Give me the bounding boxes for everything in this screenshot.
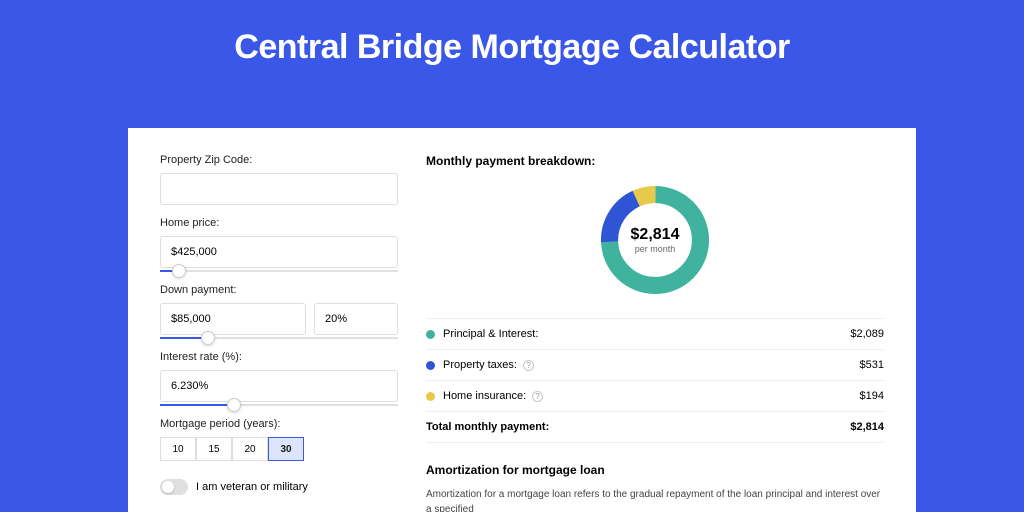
legend-dot-icon: [426, 392, 435, 401]
help-icon[interactable]: ?: [532, 391, 543, 402]
breakdown-item: Principal & Interest:$2,089: [426, 319, 884, 350]
mortgage-period-segmented: 10152030: [160, 437, 398, 461]
legend-dot-icon: [426, 361, 435, 370]
help-icon[interactable]: ?: [523, 360, 534, 371]
breakdown-total-label: Total monthly payment:: [426, 421, 850, 433]
veteran-toggle[interactable]: [160, 479, 188, 495]
interest-rate-slider-fill: [160, 404, 234, 406]
home-price-field: Home price:: [160, 217, 398, 272]
home-price-slider[interactable]: [160, 270, 398, 272]
interest-rate-label: Interest rate (%):: [160, 351, 398, 363]
breakdown-column: Monthly payment breakdown: $2,814 per mo…: [426, 154, 884, 512]
mortgage-period-option[interactable]: 20: [232, 437, 268, 461]
breakdown-item-label: Principal & Interest:: [443, 328, 850, 340]
down-payment-field: Down payment:: [160, 284, 398, 339]
breakdown-item-label: Home insurance:?: [443, 390, 860, 402]
home-price-input[interactable]: [160, 236, 398, 268]
breakdown-heading: Monthly payment breakdown:: [426, 154, 884, 168]
down-payment-slider[interactable]: [160, 337, 398, 339]
amortization-heading: Amortization for mortgage loan: [426, 463, 884, 477]
interest-rate-field: Interest rate (%):: [160, 351, 398, 406]
breakdown-item: Property taxes:?$531: [426, 350, 884, 381]
donut-amount: $2,814: [631, 226, 680, 244]
donut-chart: $2,814 per month: [595, 180, 715, 300]
veteran-label: I am veteran or military: [196, 481, 308, 493]
mortgage-period-option[interactable]: 15: [196, 437, 232, 461]
breakdown-item-value: $194: [860, 390, 884, 402]
breakdown-item-value: $2,089: [850, 328, 884, 340]
veteran-row: I am veteran or military: [160, 479, 398, 495]
down-payment-pct-input[interactable]: [314, 303, 398, 335]
mortgage-period-option[interactable]: 30: [268, 437, 304, 461]
zip-label: Property Zip Code:: [160, 154, 398, 166]
breakdown-total-value: $2,814: [850, 421, 884, 433]
mortgage-period-option[interactable]: 10: [160, 437, 196, 461]
interest-rate-slider-thumb[interactable]: [227, 398, 241, 412]
interest-rate-slider[interactable]: [160, 404, 398, 406]
mortgage-period-field: Mortgage period (years): 10152030: [160, 418, 398, 461]
down-payment-label: Down payment:: [160, 284, 398, 296]
down-payment-input[interactable]: [160, 303, 306, 335]
breakdown-item-label: Property taxes:?: [443, 359, 860, 371]
donut-center: $2,814 per month: [595, 180, 715, 300]
inputs-column: Property Zip Code: Home price: Down paym…: [160, 154, 398, 512]
legend-dot-icon: [426, 330, 435, 339]
page-title: Central Bridge Mortgage Calculator: [0, 0, 1024, 85]
home-price-slider-thumb[interactable]: [172, 264, 186, 278]
breakdown-list: Principal & Interest:$2,089Property taxe…: [426, 318, 884, 443]
donut-sub: per month: [635, 244, 676, 254]
zip-field: Property Zip Code:: [160, 154, 398, 205]
breakdown-item: Home insurance:?$194: [426, 381, 884, 412]
down-payment-slider-thumb[interactable]: [201, 331, 215, 345]
mortgage-period-label: Mortgage period (years):: [160, 418, 398, 430]
interest-rate-input[interactable]: [160, 370, 398, 402]
calculator-card: Property Zip Code: Home price: Down paym…: [128, 128, 916, 512]
breakdown-item-value: $531: [860, 359, 884, 371]
amortization-paragraph: Amortization for a mortgage loan refers …: [426, 487, 884, 512]
zip-input[interactable]: [160, 173, 398, 205]
home-price-label: Home price:: [160, 217, 398, 229]
breakdown-total-row: Total monthly payment:$2,814: [426, 412, 884, 443]
